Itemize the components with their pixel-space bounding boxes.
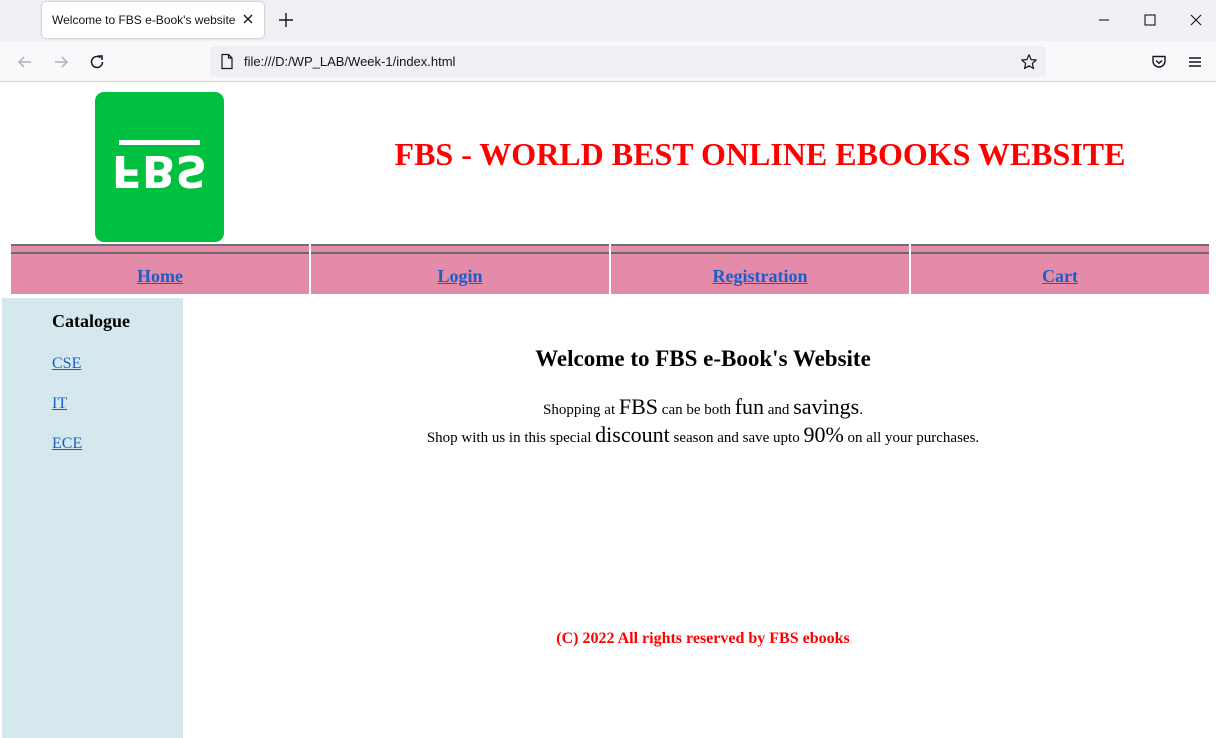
- promo-text: Shop with us in this special: [426, 430, 596, 446]
- url-text[interactable]: file:///D:/WP_LAB/Week-1/index.html: [244, 54, 455, 69]
- address-bar[interactable]: file:///D:/WP_LAB/Week-1/index.html: [210, 46, 1046, 77]
- promo-text: season and save upto: [669, 430, 804, 446]
- minimize-icon[interactable]: [1096, 12, 1112, 28]
- promo-text: .: [859, 402, 863, 418]
- arrow-left-icon[interactable]: [16, 53, 34, 71]
- menu-link-registration[interactable]: Registration: [611, 266, 909, 287]
- pocket-icon[interactable]: [1150, 53, 1168, 71]
- menu-link-home[interactable]: Home: [11, 266, 309, 287]
- catalogue-sidebar: Catalogue CSE IT ECE: [2, 298, 183, 738]
- menu-cell-registration: Registration: [611, 244, 909, 294]
- site-title: FBS - WORLD BEST ONLINE EBOOKS WEBSITE: [394, 136, 1126, 172]
- welcome-heading: Welcome to FBS e-Book's Website: [535, 346, 871, 371]
- main-menu: Home Login Registration Cart: [10, 244, 1210, 294]
- promo-emphasis: FBS: [618, 394, 659, 419]
- promo-text: on all your purchases.: [843, 430, 980, 446]
- menu-cell-login: Login: [311, 244, 609, 294]
- promo-emphasis: 90%: [803, 422, 844, 447]
- menu-link-cart[interactable]: Cart: [911, 266, 1209, 287]
- menu-link-login[interactable]: Login: [311, 266, 609, 287]
- promo-text: and: [764, 402, 794, 418]
- logo-text: FBS: [112, 145, 207, 196]
- window-close-icon[interactable]: [1188, 12, 1204, 28]
- web-page: FBS FBS - WORLD BEST ONLINE EBOOKS WEBSI…: [0, 82, 1216, 738]
- plus-icon[interactable]: [276, 10, 296, 30]
- catalogue-link-cse[interactable]: CSE: [52, 355, 81, 373]
- maximize-icon[interactable]: [1142, 12, 1158, 28]
- promo-emphasis: discount: [595, 422, 670, 447]
- close-icon[interactable]: [240, 11, 256, 27]
- browser-tab-bar: Welcome to FBS e-Book's website: [0, 0, 1216, 41]
- catalogue-title: Catalogue: [52, 311, 130, 331]
- copyright-footer: (C) 2022 All rights reserved by FBS eboo…: [556, 630, 850, 647]
- browser-toolbar: file:///D:/WP_LAB/Week-1/index.html: [0, 41, 1216, 82]
- arrow-right-icon[interactable]: [52, 53, 70, 71]
- promo-emphasis: fun: [734, 394, 765, 419]
- promo-text: Shopping at: [543, 402, 619, 418]
- promo-text: can be both: [658, 402, 735, 418]
- menu-cell-cart: Cart: [911, 244, 1209, 294]
- promo-emphasis: savings: [793, 394, 860, 419]
- fbs-logo: FBS: [95, 92, 224, 242]
- browser-tab[interactable]: Welcome to FBS e-Book's website: [42, 2, 264, 38]
- catalogue-link-ece[interactable]: ECE: [52, 435, 82, 453]
- tab-title: Welcome to FBS e-Book's website: [52, 13, 236, 27]
- page-icon: [219, 53, 235, 70]
- catalogue-link-it[interactable]: IT: [52, 395, 67, 413]
- star-icon[interactable]: [1020, 53, 1038, 71]
- menu-cell-home: Home: [11, 244, 309, 294]
- promo-line-1: Shopping at FBS can be both fun and savi…: [190, 394, 1216, 420]
- promo-line-2: Shop with us in this special discount se…: [190, 422, 1216, 448]
- reload-icon[interactable]: [88, 53, 106, 71]
- hamburger-icon[interactable]: [1186, 53, 1204, 71]
